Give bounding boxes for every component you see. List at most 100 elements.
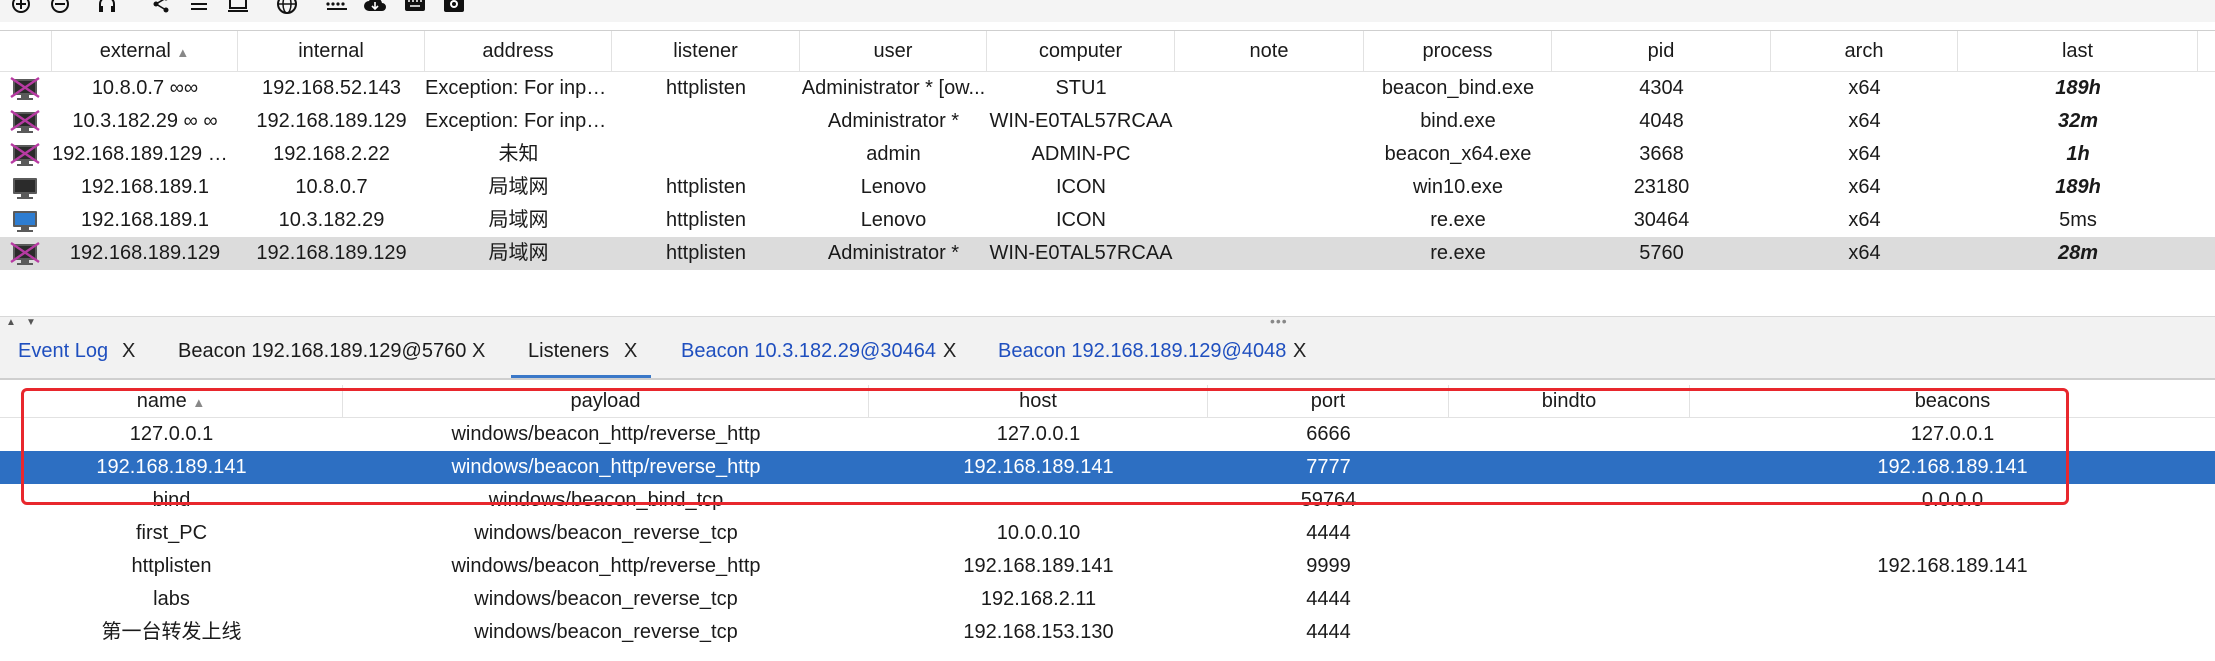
listener-cell-beacons: 127.0.0.1	[1910, 423, 1995, 445]
listener-cell-beacons: 192.168.189.141	[1877, 555, 2028, 577]
drag-handle-icon[interactable]: •••	[1270, 313, 1288, 329]
collapse-down-icon[interactable]: ▼	[26, 317, 36, 328]
column-header-bindto[interactable]: bindto	[1449, 385, 1690, 417]
beacon-session-icon	[10, 176, 40, 200]
beacon-row[interactable]: 10.8.0.7 ∞∞ 192.168.52.143 Exception: For …	[0, 72, 2215, 105]
listener-cell-bindto	[1449, 484, 1690, 517]
beacon-row[interactable]: 192.168.189.129 192.168.189.129 局域网 httplis…	[0, 237, 2215, 270]
listener-cell-name: 127.0.0.1	[129, 423, 214, 445]
beacon-session-icon	[10, 242, 40, 266]
beacon-cell-internal: 192.168.2.22	[273, 143, 390, 165]
headphones-icon[interactable]	[96, 0, 118, 16]
keyboard-small-icon[interactable]	[403, 0, 427, 16]
beacon-cell-pid: 23180	[1633, 176, 1690, 198]
column-header-host[interactable]: host	[869, 385, 1208, 417]
listener-cell-bindto	[1449, 418, 1690, 451]
column-header-process[interactable]: process	[1364, 31, 1552, 71]
beacon-cell-address: 局域网	[488, 176, 549, 198]
tab-beacon-30464[interactable]: Beacon 10.3.182.29@30464 X	[681, 328, 961, 378]
listener-row[interactable]: bind windows/beacon_bind_tcp 59764 0.0.0.0	[0, 484, 2215, 517]
beacon-session-icon	[10, 143, 40, 167]
tab-close-button[interactable]: X	[1293, 328, 1306, 374]
listener-cell-payload: windows/beacon_reverse_tcp	[474, 588, 738, 610]
beacon-cell-last: 189h	[2055, 77, 2101, 99]
remove-circle-icon[interactable]	[49, 0, 71, 16]
tab-listeners[interactable]: Listeners X	[511, 328, 651, 378]
cloud-download-icon[interactable]	[362, 0, 388, 16]
listener-row[interactable]: 192.168.189.141 windows/beacon_http/rever…	[0, 451, 2215, 484]
beacon-cell-process: bind.exe	[1420, 110, 1496, 132]
column-header-arch[interactable]: arch	[1771, 31, 1958, 71]
column-header-note[interactable]: note	[1175, 31, 1364, 71]
beacon-cell-address: Exception: For inpu...	[425, 77, 612, 99]
monitor-icon[interactable]	[226, 0, 250, 16]
beacon-cell-external: 192.168.189.129	[69, 242, 221, 264]
sort-ascending-icon: ▲	[176, 45, 190, 60]
beacons-table: external ▲ internal address listener use…	[0, 30, 2215, 317]
listener-cell-beacons	[1690, 583, 2215, 616]
beacon-cell-user: Administrator * [ow...	[801, 77, 986, 99]
beacon-cell-note	[1175, 138, 1364, 171]
column-header-beacons[interactable]: beacons	[1690, 385, 2215, 417]
beacon-cell-last: 5ms	[2059, 209, 2097, 231]
listener-cell-beacons: 192.168.189.141	[1877, 456, 2028, 478]
tab-close-button[interactable]: X	[624, 328, 637, 374]
column-header-internal[interactable]: internal	[238, 31, 425, 71]
column-header-computer[interactable]: computer	[987, 31, 1175, 71]
listener-cell-host: 192.168.2.11	[980, 588, 1097, 610]
beacon-session-icon	[10, 209, 40, 233]
share-icon[interactable]	[150, 0, 172, 16]
column-header-user[interactable]: user	[800, 31, 987, 71]
beacon-row[interactable]: 192.168.189.1 10.3.182.29 局域网 httplisten Len…	[0, 204, 2215, 237]
listener-cell-beacons: 0.0.0.0	[1921, 489, 1984, 511]
column-header-port[interactable]: port	[1208, 385, 1449, 417]
listener-row[interactable]: httplisten windows/beacon_http/reverse_ht…	[0, 550, 2215, 583]
tab-event-log[interactable]: Event Log X	[18, 328, 138, 378]
listener-cell-host: 10.0.0.10	[996, 522, 1081, 544]
beacon-cell-arch: x64	[1848, 176, 1881, 198]
listener-row[interactable]: first_PC windows/beacon_reverse_tcp 10.0.0…	[0, 517, 2215, 550]
column-header-listener[interactable]: listener	[612, 31, 800, 71]
listener-cell-port: 9999	[1306, 555, 1351, 577]
beacon-row[interactable]: 192.168.189.129 ∞... 192.168.2.22 未知 admin A…	[0, 138, 2215, 171]
globe-icon[interactable]	[275, 0, 299, 16]
beacon-cell-computer: WIN-E0TAL57RCAA	[989, 110, 1173, 132]
beacon-row[interactable]: 10.3.182.29 ∞ ∞ 192.168.189.129 Exception:…	[0, 105, 2215, 138]
column-header-address[interactable]: address	[425, 31, 612, 71]
listener-cell-host: 192.168.189.141	[963, 456, 1114, 478]
beacon-cell-address: Exception: For inpu...	[425, 110, 612, 132]
tab-close-button[interactable]: X	[943, 328, 956, 374]
listener-row[interactable]: 127.0.0.1 windows/beacon_http/reverse_htt…	[0, 418, 2215, 451]
beacon-cell-internal: 192.168.189.129	[256, 242, 407, 264]
beacon-cell-arch: x64	[1848, 209, 1881, 231]
keyboard-icon[interactable]	[324, 0, 350, 16]
listener-cell-payload: windows/beacon_reverse_tcp	[474, 522, 738, 544]
collapse-up-icon[interactable]: ▲	[6, 317, 16, 328]
beacon-cell-process: beacon_bind.exe	[1381, 77, 1535, 99]
beacon-cell-address: 未知	[498, 143, 539, 165]
toolbar	[0, 0, 2215, 22]
beacon-cell-external: 192.168.189.1	[81, 209, 209, 231]
camera-icon[interactable]	[442, 0, 466, 16]
tab-beacon-5760[interactable]: Beacon 192.168.189.129@5760 X	[178, 328, 498, 378]
beacon-cell-user: admin	[866, 143, 921, 165]
column-header-name[interactable]: name ▲	[0, 385, 343, 417]
column-header-last[interactable]: last	[1958, 31, 2198, 71]
tab-close-button[interactable]: X	[472, 328, 485, 374]
column-header-payload[interactable]: payload	[343, 385, 869, 417]
list-icon[interactable]	[188, 0, 210, 16]
beacon-row[interactable]: 192.168.189.1 10.8.0.7 局域网 httplisten Lenovo…	[0, 171, 2215, 204]
tab-beacon-4048[interactable]: Beacon 192.168.189.129@4048 X	[998, 328, 1318, 378]
tab-close-button[interactable]: X	[122, 328, 135, 374]
beacon-cell-note	[1175, 237, 1364, 270]
listener-cell-name: 第一台转发上线	[101, 621, 242, 643]
listener-row[interactable]: 第一台转发上线 windows/beacon_reverse_tcp 192.168…	[0, 616, 2215, 649]
column-header-external[interactable]: external ▲	[52, 31, 238, 71]
listener-row[interactable]: labs windows/beacon_reverse_tcp 192.168.2.…	[0, 583, 2215, 616]
add-circle-icon[interactable]	[10, 0, 32, 16]
column-header-pid[interactable]: pid	[1552, 31, 1771, 71]
listeners-table: name ▲ payload host port bindto beacons …	[0, 380, 2215, 661]
beacon-cell-note	[1175, 204, 1364, 237]
beacon-cell-computer: STU1	[1055, 77, 1107, 99]
beacon-cell-listener	[612, 105, 800, 138]
